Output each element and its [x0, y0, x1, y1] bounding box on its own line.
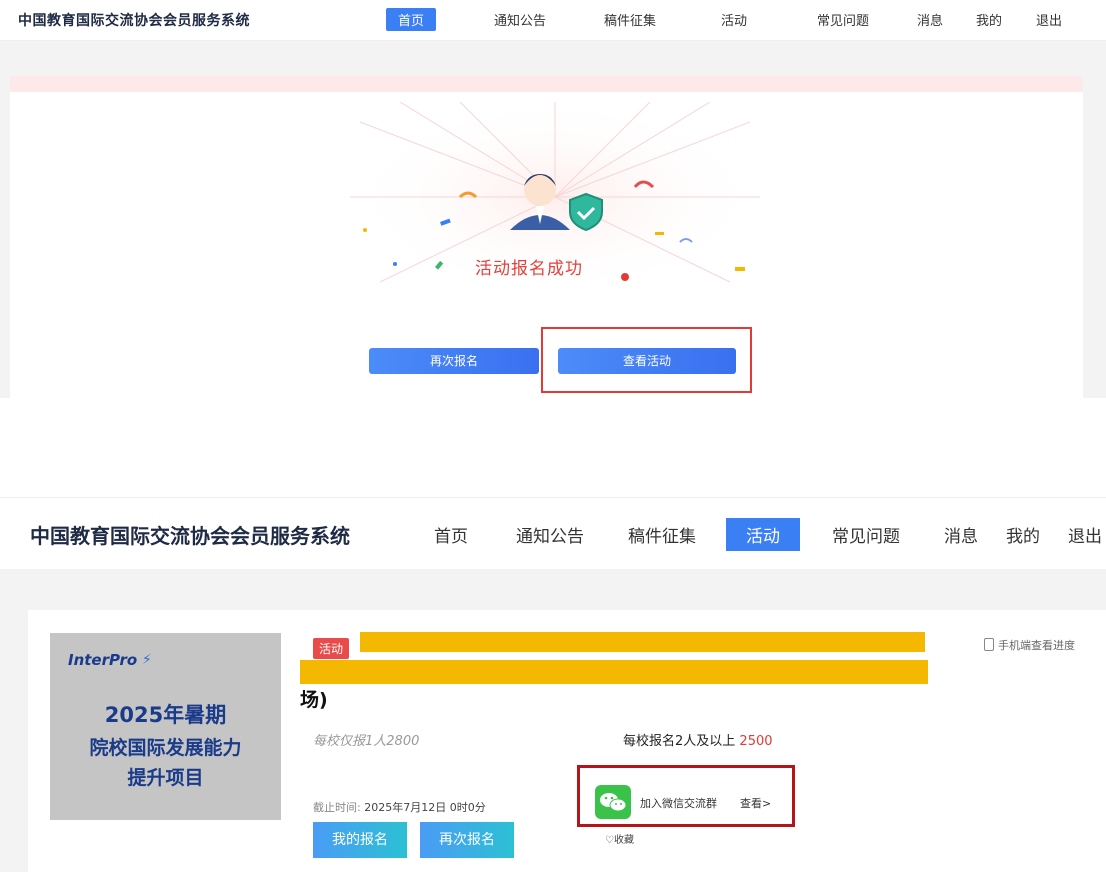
nav-logout[interactable]: 退出 — [1068, 522, 1102, 547]
nav-notices[interactable]: 通知公告 — [516, 522, 584, 547]
logo-mark-icon: ⚡ — [142, 652, 152, 668]
deadline: 截止时间: 2025年7月12日 0时0分 — [313, 801, 486, 814]
site-brand[interactable]: 中国教育国际交流协会会员服务系统 — [30, 520, 350, 549]
site-brand[interactable]: 中国教育国际交流协会会员服务系统 — [18, 10, 250, 30]
nav-faq[interactable]: 常见问题 — [817, 10, 869, 29]
favorite-button[interactable]: ♡收藏 — [605, 831, 634, 846]
price-single: 每校仅报1人2800 — [313, 734, 420, 749]
nav-faq[interactable]: 常见问题 — [832, 522, 900, 547]
nav-messages[interactable]: 消息 — [917, 10, 943, 29]
redaction-bar — [300, 660, 928, 684]
wechat-group-label: 加入微信交流群 — [640, 797, 717, 810]
poster-line-2: 院校国际发展能力 — [89, 737, 242, 759]
highlight-annotation — [541, 327, 752, 393]
reapply-button[interactable]: 再次报名 — [369, 348, 539, 374]
nav-activities[interactable]: 活动 — [721, 10, 747, 29]
activity-title-end: 场) — [300, 689, 328, 711]
nav-logout[interactable]: 退出 — [1036, 10, 1062, 29]
my-signup-button[interactable]: 我的报名 — [313, 822, 407, 858]
nav-submissions[interactable]: 稿件征集 — [628, 522, 696, 547]
mobile-progress-link[interactable]: 手机端查看进度 — [984, 637, 1075, 653]
poster-line-1: 2025年暑期 — [104, 703, 227, 727]
top-navbar: 中国教育国际交流协会会员服务系统 首页 通知公告 稿件征集 活动 常见问题 消息… — [0, 0, 1106, 41]
nav-notices[interactable]: 通知公告 — [494, 10, 546, 29]
heart-icon: ♡ — [605, 835, 614, 846]
wechat-view-link[interactable]: 查看> — [740, 795, 771, 811]
nav-home[interactable]: 首页 — [434, 522, 468, 547]
nav-activities[interactable]: 活动 — [726, 518, 800, 551]
activity-tag: 活动 — [313, 638, 350, 659]
activity-poster[interactable]: InterPro ⚡ 2025年暑期 院校国际发展能力 提升项目 — [50, 633, 281, 820]
poster-line-3: 提升项目 — [127, 767, 204, 789]
bottom-navbar: 中国教育国际交流协会会员服务系统 首页 通知公告 稿件征集 活动 常见问题 消息… — [0, 497, 1106, 570]
phone-icon — [984, 638, 994, 651]
interpro-logo: InterPro — [68, 651, 138, 669]
wechat-icon[interactable] — [595, 785, 631, 819]
redaction-bar — [360, 632, 925, 652]
nav-mine[interactable]: 我的 — [976, 10, 1002, 29]
success-title: 活动报名成功 — [475, 259, 583, 279]
price-multi: 每校报名2人及以上 2500 — [623, 734, 773, 749]
nav-mine[interactable]: 我的 — [1006, 522, 1040, 547]
nav-home[interactable]: 首页 — [386, 8, 437, 31]
reapply-button[interactable]: 再次报名 — [420, 822, 514, 858]
nav-submissions[interactable]: 稿件征集 — [604, 10, 656, 29]
nav-messages[interactable]: 消息 — [944, 522, 978, 547]
